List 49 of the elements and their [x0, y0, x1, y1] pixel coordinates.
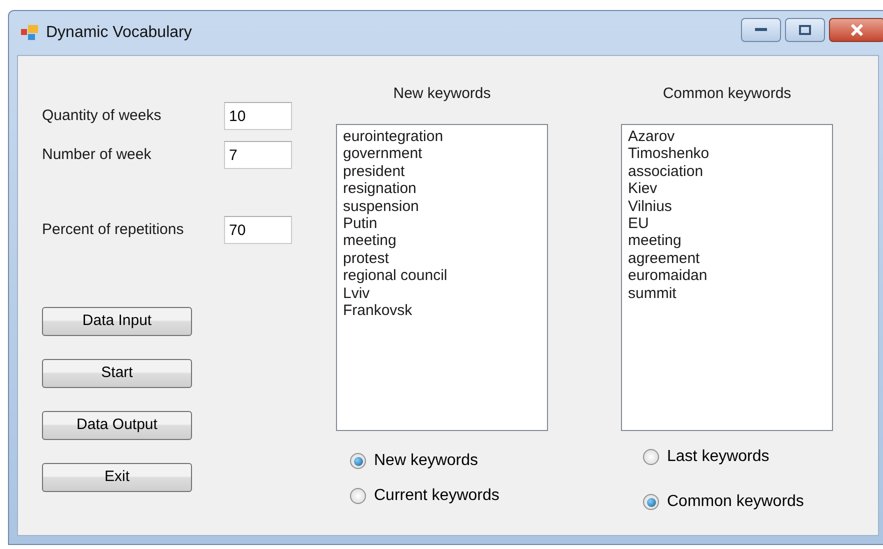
list-item[interactable]: Vilnius — [628, 198, 826, 216]
list-item[interactable]: agreement — [628, 250, 826, 268]
maximize-button[interactable] — [785, 18, 825, 42]
field-label: Percent of repetitions — [42, 220, 185, 240]
minimize-button[interactable] — [741, 18, 781, 42]
minimize-icon — [755, 28, 767, 32]
list-item[interactable]: government — [343, 145, 541, 163]
list-item[interactable]: Lviv — [343, 284, 541, 302]
maximize-icon — [799, 25, 811, 35]
list-item[interactable]: association — [628, 162, 826, 180]
list-item[interactable]: protest — [343, 250, 541, 268]
radio-icon[interactable] — [643, 494, 659, 510]
action-button[interactable]: Data Output — [42, 411, 192, 440]
list-item[interactable]: euromaidan — [628, 267, 826, 285]
list-item[interactable]: eurointegration — [343, 128, 541, 146]
list-heading: Common keywords — [662, 84, 792, 104]
radio-icon[interactable] — [350, 453, 366, 469]
list-heading: New keywords — [393, 84, 491, 104]
action-button[interactable]: Start — [42, 359, 192, 388]
list-item[interactable]: Azarov — [628, 128, 826, 146]
list-item[interactable]: regional council — [343, 267, 541, 285]
list-item[interactable]: Timoshenko — [628, 145, 826, 163]
action-button[interactable]: Data Input — [42, 307, 192, 336]
field-label: Number of week — [42, 144, 152, 165]
list-item[interactable]: meeting — [343, 232, 541, 250]
list-item[interactable]: summit — [628, 284, 826, 302]
list-item[interactable]: president — [343, 162, 541, 180]
radio-icon[interactable] — [350, 488, 366, 504]
action-button[interactable]: Exit — [42, 463, 192, 492]
field-label: Quantity of weeks — [42, 106, 162, 126]
close-icon — [850, 24, 864, 36]
list-item[interactable]: resignation — [343, 180, 541, 198]
window-title: Dynamic Vocabulary — [46, 23, 192, 43]
radio-option[interactable]: New keywords — [350, 449, 500, 473]
close-button[interactable] — [829, 18, 883, 42]
app-icon — [21, 25, 39, 41]
input-field[interactable]: 7 — [224, 141, 292, 169]
list-item[interactable]: meeting — [628, 232, 826, 250]
list-item[interactable]: Putin — [343, 215, 541, 232]
list-item[interactable]: EU — [628, 215, 826, 232]
list-item[interactable]: Frankovsk — [343, 302, 541, 320]
list-item[interactable]: suspension — [343, 198, 541, 216]
radio-option[interactable]: Common keywords — [643, 490, 804, 514]
radio-option[interactable]: Last keywords — [643, 445, 804, 469]
radio-option[interactable]: Current keywords — [350, 484, 500, 508]
list-item[interactable]: Kiev — [628, 180, 826, 198]
input-field[interactable]: 10 — [224, 102, 292, 130]
radio-icon[interactable] — [643, 449, 659, 465]
input-field[interactable]: 70 — [224, 216, 292, 244]
